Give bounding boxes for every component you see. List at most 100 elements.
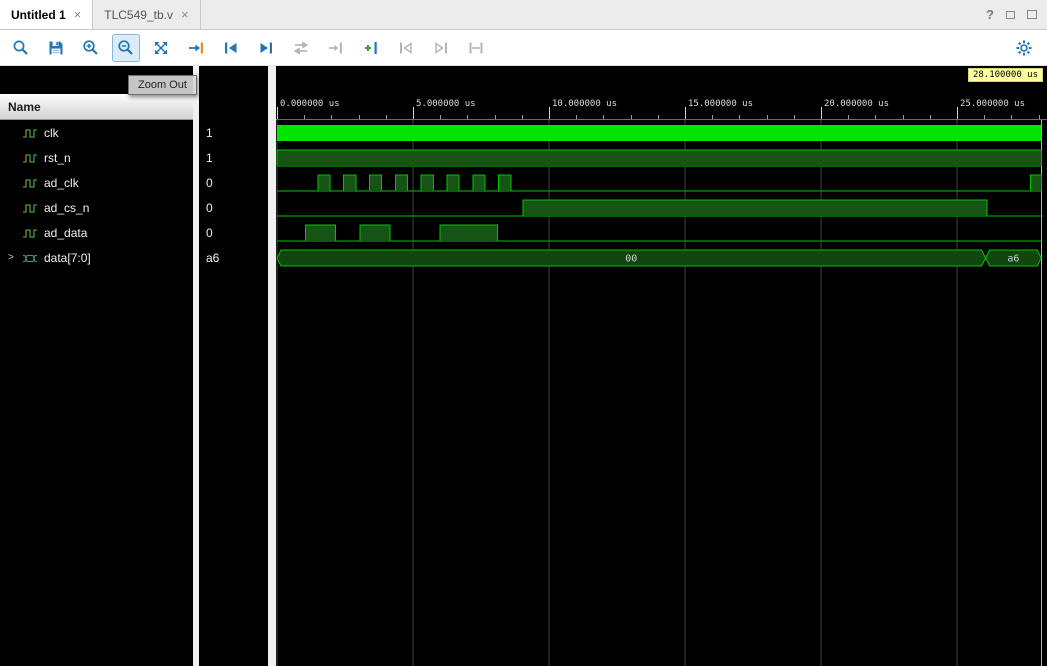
major-tick [413, 107, 414, 119]
next-transition-button[interactable] [253, 35, 279, 61]
previous-transition-button[interactable] [218, 35, 244, 61]
minor-tick [331, 115, 333, 119]
previous-marker-button[interactable] [393, 35, 419, 61]
zoom-fit-icon [155, 41, 167, 54]
signal-name-label: rst_n [44, 150, 71, 165]
major-tick [277, 107, 278, 119]
help-icon[interactable]: ? [986, 7, 994, 22]
signal-row-clk[interactable]: clk [0, 120, 193, 145]
minor-tick [385, 115, 387, 119]
signal-name-label: ad_clk [44, 175, 79, 190]
add-marker-button[interactable] [358, 35, 384, 61]
major-tick [685, 107, 686, 119]
minor-tick [1011, 115, 1013, 119]
add-marker-icon [365, 41, 377, 54]
save-icon [49, 41, 63, 54]
go-to-time-button[interactable] [183, 35, 209, 61]
tab-tlc549-tb[interactable]: TLC549_tb.v × [93, 0, 201, 29]
minor-tick [304, 115, 306, 119]
close-icon[interactable]: × [74, 8, 82, 21]
minor-tick [467, 115, 469, 119]
zoom-in-icon [83, 39, 98, 55]
signal-row-rst_n[interactable]: rst_n [0, 145, 193, 170]
minor-tick [630, 115, 632, 119]
wave-top-strip: 28.100000 us [276, 66, 1047, 92]
fit-markers-button[interactable] [463, 35, 489, 61]
time-tick-label: 25.000000 us [960, 99, 1026, 109]
time-ruler[interactable]: 0.000000 us 5.000000 us 10.000000 us 15.000… [276, 92, 1047, 120]
signal-value-ad_cs_n: 0 [206, 200, 213, 215]
minor-tick [358, 115, 360, 119]
panel-wave-splitter[interactable] [268, 66, 276, 666]
signal-row-ad_data[interactable]: ad_data [0, 220, 193, 245]
scalar-signal-icon [23, 228, 37, 238]
signal-names-panel: Name clk rst_n ad_clk ad_cs_n ad_data > data[7… [0, 66, 193, 666]
gear-icon [1016, 40, 1032, 55]
signal-value-ad_data: 0 [206, 225, 213, 240]
search-button[interactable] [8, 35, 34, 61]
signal-value-clk: 1 [206, 125, 213, 140]
signal-name-label: ad_cs_n [44, 200, 90, 215]
minor-tick [521, 115, 523, 119]
save-button[interactable] [43, 35, 69, 61]
previous-marker-icon [400, 41, 412, 54]
zoom-out-tooltip: Zoom Out [128, 75, 197, 95]
next-marker-button[interactable] [428, 35, 454, 61]
minor-tick [576, 115, 578, 119]
tab-untitled-1[interactable]: Untitled 1 × [0, 0, 94, 29]
minor-tick [793, 115, 795, 119]
minor-tick [929, 115, 931, 119]
minor-tick [712, 115, 714, 119]
name-column-header: Name [0, 94, 193, 120]
window-controls: ? [986, 0, 1047, 29]
time-tick-label: 20.000000 us [824, 99, 890, 109]
previous-transition-icon [225, 42, 237, 53]
wave-window-body: Name clk rst_n ad_clk ad_cs_n ad_data > data[7… [0, 66, 1047, 666]
time-tick-label: 0.000000 us [280, 99, 340, 109]
scalar-signal-icon [23, 153, 37, 163]
signal-value-data70: a6 [206, 250, 220, 265]
minor-tick [440, 115, 442, 119]
signal-name-label: data[7:0] [44, 250, 91, 265]
waveform-canvas-host: 00 a6 [276, 120, 1047, 666]
minor-tick [875, 115, 877, 119]
fit-markers-icon [469, 42, 483, 53]
waveform-canvas[interactable]: 00 a6 [276, 120, 1047, 666]
minor-tick [739, 115, 741, 119]
major-tick [957, 107, 958, 119]
signal-values-panel: Value 11000a6 [199, 66, 268, 666]
signal-row-ad_cs_n[interactable]: ad_cs_n [0, 195, 193, 220]
wave-toolbar [0, 30, 1047, 66]
settings-button[interactable] [1011, 35, 1037, 61]
minor-tick [848, 115, 850, 119]
signal-name-label: ad_data [44, 225, 88, 240]
minor-tick [494, 115, 496, 119]
go-to-time-icon [189, 42, 203, 53]
time-tick-label: 15.000000 us [688, 99, 754, 109]
zoom-out-button[interactable] [112, 33, 140, 62]
float-window-icon[interactable] [1006, 10, 1015, 19]
tab-tlc549-tb-label: TLC549_tb.v [104, 7, 173, 22]
zoom-in-button[interactable] [78, 35, 104, 61]
name-header-label: Name [8, 100, 41, 114]
close-icon[interactable]: × [181, 8, 189, 21]
search-icon [13, 40, 28, 55]
swap-cursors-button[interactable] [288, 35, 314, 61]
snap-to-transition-button[interactable] [323, 35, 349, 61]
major-tick [821, 107, 822, 119]
scalar-signal-icon [23, 128, 37, 138]
cursor-time-readout: 28.100000 us [967, 68, 1043, 82]
minor-tick [603, 115, 605, 119]
svg-text:a6: a6 [1007, 254, 1019, 265]
signal-row-data70[interactable]: > data[7:0] [0, 245, 193, 270]
zoom-fit-button[interactable] [148, 35, 174, 61]
zoom-out-icon [118, 39, 133, 55]
next-marker-icon [435, 41, 447, 54]
tab-untitled-1-label: Untitled 1 [11, 7, 66, 22]
signal-value-ad_clk: 0 [206, 175, 213, 190]
scalar-signal-icon [23, 178, 37, 188]
minor-tick [766, 115, 768, 119]
maximize-window-icon[interactable] [1027, 10, 1037, 19]
signal-row-ad_clk[interactable]: ad_clk [0, 170, 193, 195]
expand-chevron-icon[interactable]: > [8, 252, 22, 263]
